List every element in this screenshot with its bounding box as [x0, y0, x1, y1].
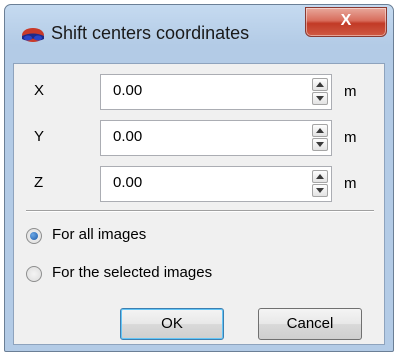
- arrow-down-icon: [316, 142, 324, 147]
- y-value[interactable]: 0.00: [113, 128, 142, 145]
- title-bar[interactable]: Shift centers coordinates X: [5, 5, 393, 63]
- field-label-z: Z: [34, 174, 44, 191]
- z-input[interactable]: 0.00: [100, 166, 332, 202]
- x-value[interactable]: 0.00: [113, 82, 142, 99]
- dialog-window: Shift centers coordinates X X 0.00 m Y 0…: [4, 4, 394, 352]
- x-unit: m: [344, 83, 357, 100]
- z-spin-up-button[interactable]: [312, 170, 328, 183]
- z-unit: m: [344, 175, 357, 192]
- field-row-x: X 0.00 m: [14, 74, 384, 114]
- radio-button-unchecked[interactable]: [26, 266, 42, 282]
- arrow-up-icon: [316, 128, 324, 133]
- y-unit: m: [344, 129, 357, 146]
- field-label-x: X: [34, 82, 45, 99]
- separator: [26, 210, 374, 212]
- z-value[interactable]: 0.00: [113, 174, 142, 191]
- y-input[interactable]: 0.00: [100, 120, 332, 156]
- dialog-body: X 0.00 m Y 0.00 m Z 0.00 m For all image…: [13, 63, 385, 345]
- y-spin-down-button[interactable]: [312, 138, 328, 151]
- arrow-up-icon: [316, 174, 324, 179]
- field-row-y: Y 0.00 m: [14, 120, 384, 160]
- y-spinner: [312, 124, 328, 152]
- radio-button-checked[interactable]: [26, 228, 42, 244]
- z-spin-down-button[interactable]: [312, 184, 328, 197]
- x-input[interactable]: 0.00: [100, 74, 332, 110]
- z-spinner: [312, 170, 328, 198]
- field-row-z: Z 0.00 m: [14, 166, 384, 206]
- y-spin-up-button[interactable]: [312, 124, 328, 137]
- cancel-button[interactable]: Cancel: [258, 308, 362, 340]
- close-button[interactable]: X: [305, 7, 387, 37]
- arrow-up-icon: [316, 82, 324, 87]
- ok-button[interactable]: OK: [120, 308, 224, 340]
- stereo-glasses-icon: [21, 27, 45, 45]
- x-spin-up-button[interactable]: [312, 78, 328, 91]
- radio-label-all-images[interactable]: For all images: [52, 226, 146, 243]
- x-spinner: [312, 78, 328, 106]
- arrow-down-icon: [316, 188, 324, 193]
- arrow-down-icon: [316, 96, 324, 101]
- field-label-y: Y: [34, 128, 45, 145]
- dialog-title: Shift centers coordinates: [51, 23, 250, 43]
- radio-label-selected-images[interactable]: For the selected images: [52, 264, 212, 281]
- x-spin-down-button[interactable]: [312, 92, 328, 105]
